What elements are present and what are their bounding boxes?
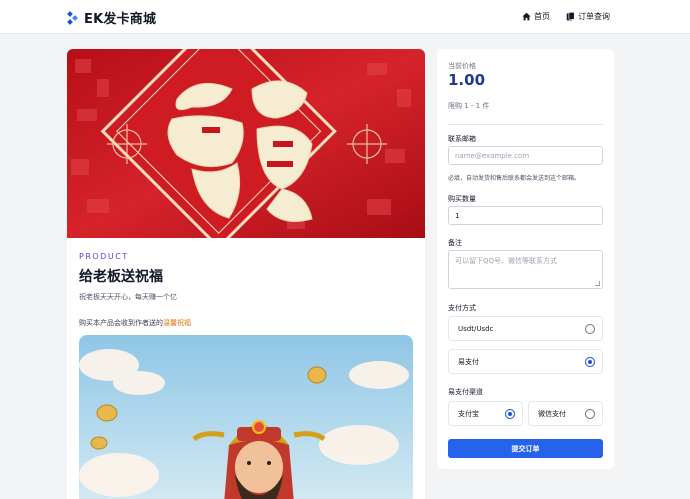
radio-selected-icon[interactable] <box>585 356 595 367</box>
payment-option-usdt[interactable]: Usdt/Usdc <box>448 316 603 341</box>
brand-name: EK发卡商城 <box>84 12 157 27</box>
main-nav: 首页 订单查询 <box>506 11 610 22</box>
divider <box>448 124 603 125</box>
payment-option-label: 易支付 <box>458 357 479 366</box>
channel-option-label: 微信支付 <box>538 409 566 418</box>
email-field[interactable]: name@example.com <box>448 146 603 165</box>
top-navbar: EK发卡商城 首页 订单查询 <box>0 0 690 34</box>
remark-label: 备注 <box>448 239 462 247</box>
nav-home-label: 首页 <box>534 12 550 21</box>
price-label: 当前价格 <box>448 62 476 70</box>
radio-icon[interactable] <box>585 408 595 419</box>
order-panel: 当前价格 1.00 限购 1 - 1 件 联系邮箱 name@example.c… <box>437 49 614 469</box>
remark-placeholder: 可以留下QQ号、微信等联系方式 <box>455 257 558 265</box>
remark-textarea[interactable]: 可以留下QQ号、微信等联系方式 <box>448 250 603 289</box>
price-value: 1.00 <box>448 71 486 89</box>
orders-icon <box>566 12 575 21</box>
resize-handle-icon[interactable] <box>595 281 600 286</box>
product-tag: PRODUCT <box>79 252 129 261</box>
product-title: 给老板送祝福 <box>79 269 163 285</box>
channel-label: 易支付渠道 <box>448 388 483 396</box>
radio-selected-icon[interactable] <box>505 408 515 419</box>
email-label: 联系邮箱 <box>448 135 476 143</box>
home-icon <box>522 12 531 21</box>
nav-orders-label: 订单查询 <box>578 12 610 21</box>
email-hint: 必填，自动发货和售后联系都会发送到这个邮箱。 <box>448 175 581 182</box>
channel-option-label: 支付宝 <box>458 409 479 418</box>
product-subtitle: 祝老板天天开心，每天赚一个亿 <box>79 293 177 301</box>
payment-option-label: Usdt/Usdc <box>458 324 494 333</box>
payment-label: 支付方式 <box>448 304 476 312</box>
quantity-label: 购买数量 <box>448 195 476 203</box>
channel-option-wechat[interactable]: 微信支付 <box>528 401 603 426</box>
channel-option-alipay[interactable]: 支付宝 <box>448 401 523 426</box>
radio-icon[interactable] <box>585 323 595 334</box>
nav-home[interactable]: 首页 <box>522 11 550 22</box>
purchase-limit: 限购 1 - 1 件 <box>448 102 490 110</box>
product-note-highlight: 温馨祝福 <box>163 319 191 327</box>
god-of-wealth-image <box>79 335 413 499</box>
brand[interactable]: EK发卡商城 <box>67 8 156 27</box>
quantity-field[interactable]: 1 <box>448 206 603 225</box>
product-note: 购买本产品会收到作者送的温馨祝福 <box>79 318 191 328</box>
nav-orders[interactable]: 订单查询 <box>566 11 610 22</box>
product-banner-image <box>67 49 425 238</box>
product-card: PRODUCT 给老板送祝福 祝老板天天开心，每天赚一个亿 购买本产品会收到作者… <box>67 49 425 499</box>
submit-order-button[interactable]: 提交订单 <box>448 439 603 458</box>
payment-option-epay[interactable]: 易支付 <box>448 349 603 374</box>
brand-logo-icon <box>67 10 78 25</box>
product-note-text: 购买本产品会收到作者送的 <box>79 319 163 327</box>
